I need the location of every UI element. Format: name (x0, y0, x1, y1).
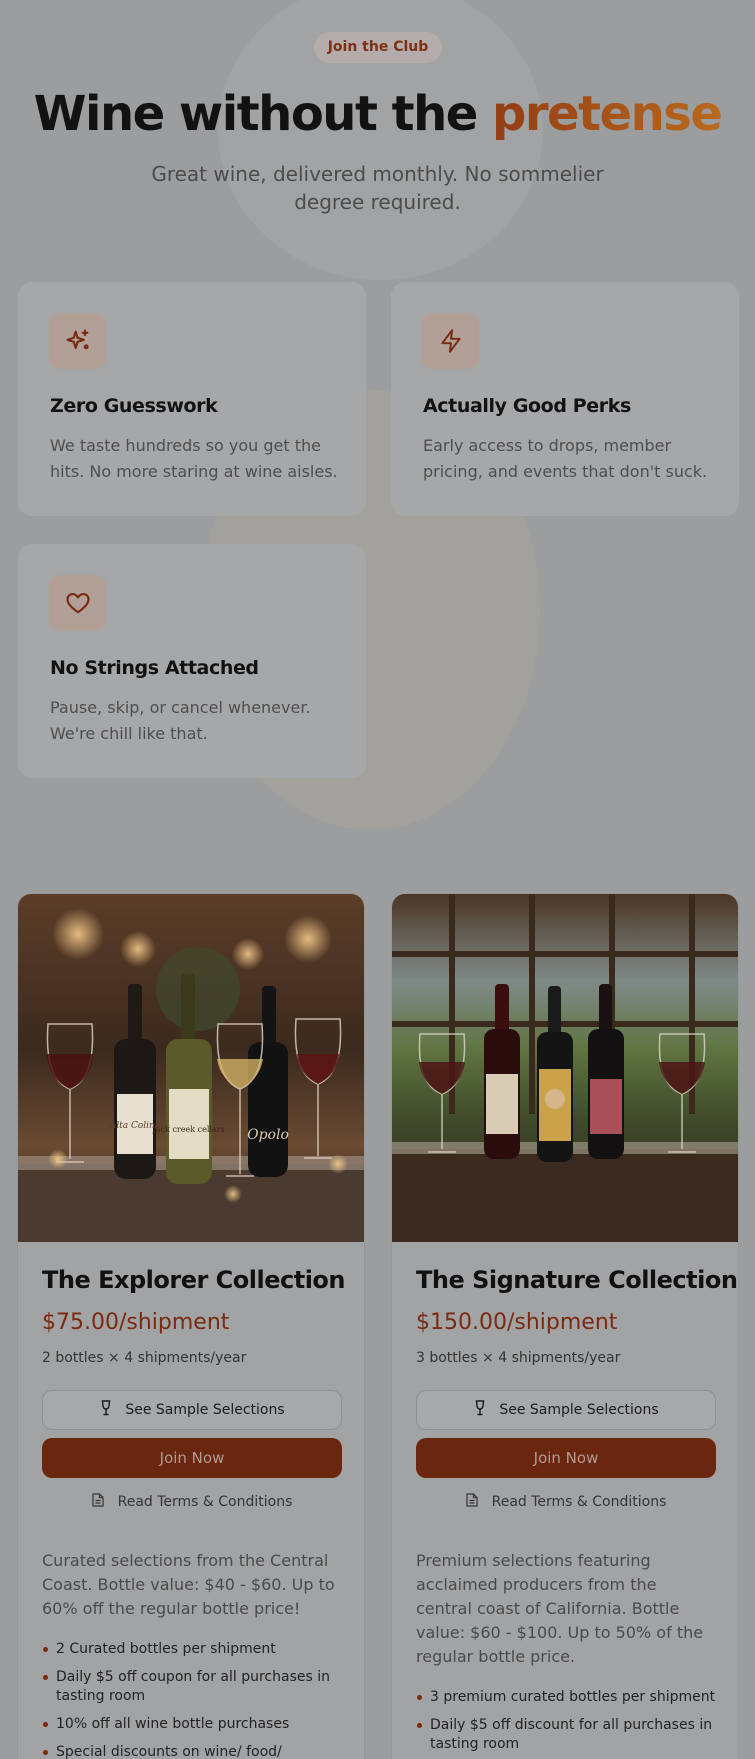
bullet-icon (417, 1723, 422, 1728)
plan-card-signature: The Signature Collection $150.00/shipmen… (391, 893, 739, 1759)
feature-title: Zero Guesswork (50, 395, 218, 417)
plan-description: Curated selections from the Central Coas… (42, 1551, 335, 1618)
plan-bottles-info: 3 bottles × 4 shipments/year (416, 1350, 621, 1366)
heart-icon (49, 575, 106, 631)
join-now-button[interactable]: Join Now (416, 1438, 716, 1478)
lightning-icon (422, 313, 479, 369)
terms-label: Read Terms & Conditions (117, 1494, 293, 1510)
terms-link[interactable]: Read Terms & Conditions (416, 1490, 716, 1514)
document-icon (466, 1493, 478, 1511)
plan-description: Premium selections featuring acclaimed p… (416, 1551, 704, 1666)
join-club-badge: Join the Club (314, 32, 442, 63)
button-label: See Sample Selections (125, 1402, 285, 1418)
join-now-button[interactable]: Join Now (42, 1438, 342, 1478)
feature-description: We taste hundreds so you get the hits. N… (50, 436, 338, 481)
list-item: Daily $5 off coupon for all purchases in… (42, 1668, 342, 1706)
button-label: See Sample Selections (499, 1402, 659, 1418)
plan-price: $150.00/shipment (416, 1310, 618, 1335)
signature-wine-photo (392, 894, 738, 1242)
bullet-icon (43, 1647, 48, 1652)
plan-price: $75.00/shipment (42, 1310, 230, 1335)
bullet-icon (43, 1675, 48, 1680)
wine-glass-icon (99, 1400, 113, 1420)
bullet-icon (43, 1750, 48, 1755)
bullet-icon (43, 1722, 48, 1727)
wine-glass-icon (473, 1400, 487, 1420)
list-item: Daily $5 off discount for all purchases … (416, 1716, 716, 1754)
see-sample-selections-button[interactable]: See Sample Selections (42, 1390, 342, 1430)
headline-main: Wine without the (33, 86, 493, 142)
document-icon (92, 1493, 104, 1511)
list-item: 3 premium curated bottles per shipment (416, 1688, 716, 1707)
headline-accent: pretense (492, 86, 723, 142)
page-subtitle: Great wine, delivered monthly. No sommel… (151, 162, 604, 214)
sparkles-icon (49, 313, 106, 369)
see-sample-selections-button[interactable]: See Sample Selections (416, 1390, 716, 1430)
bottle-label-text: jack creek cellars (152, 1125, 224, 1134)
bullet-icon (417, 1695, 422, 1700)
terms-link[interactable]: Read Terms & Conditions (42, 1490, 342, 1514)
feature-card: Actually Good Perks Early access to drop… (391, 282, 739, 516)
feature-card: No Strings Attached Pause, skip, or canc… (18, 544, 366, 778)
feature-card: Zero Guesswork We taste hundreds so you … (18, 282, 366, 516)
feature-title: No Strings Attached (50, 657, 259, 679)
plan-bottles-info: 2 bottles × 4 shipments/year (42, 1350, 247, 1366)
plan-name: The Signature Collection (416, 1266, 738, 1294)
list-item: 2 Curated bottles per shipment (42, 1640, 342, 1659)
feature-title: Actually Good Perks (423, 395, 631, 417)
list-item: Special discounts on wine/ food/ (42, 1743, 342, 1759)
explorer-wine-photo: Alta Colina jack creek cellars Opolo (18, 894, 364, 1242)
list-item: 10% off all wine bottle purchases (42, 1715, 342, 1734)
feature-description: Pause, skip, or cancel whenever. We're c… (50, 698, 311, 743)
perks-list: 3 premium curated bottles per shipment D… (416, 1688, 716, 1759)
perks-list: 2 Curated bottles per shipment Daily $5 … (42, 1640, 342, 1759)
terms-label: Read Terms & Conditions (491, 1494, 667, 1510)
page-title: Wine without the pretense (0, 82, 755, 146)
plan-card-explorer: Alta Colina jack creek cellars Opolo The… (17, 893, 365, 1759)
feature-description: Early access to drops, member pricing, a… (423, 436, 708, 481)
bottle-label-text: Opolo (247, 1127, 289, 1143)
plan-name: The Explorer Collection (42, 1266, 346, 1294)
